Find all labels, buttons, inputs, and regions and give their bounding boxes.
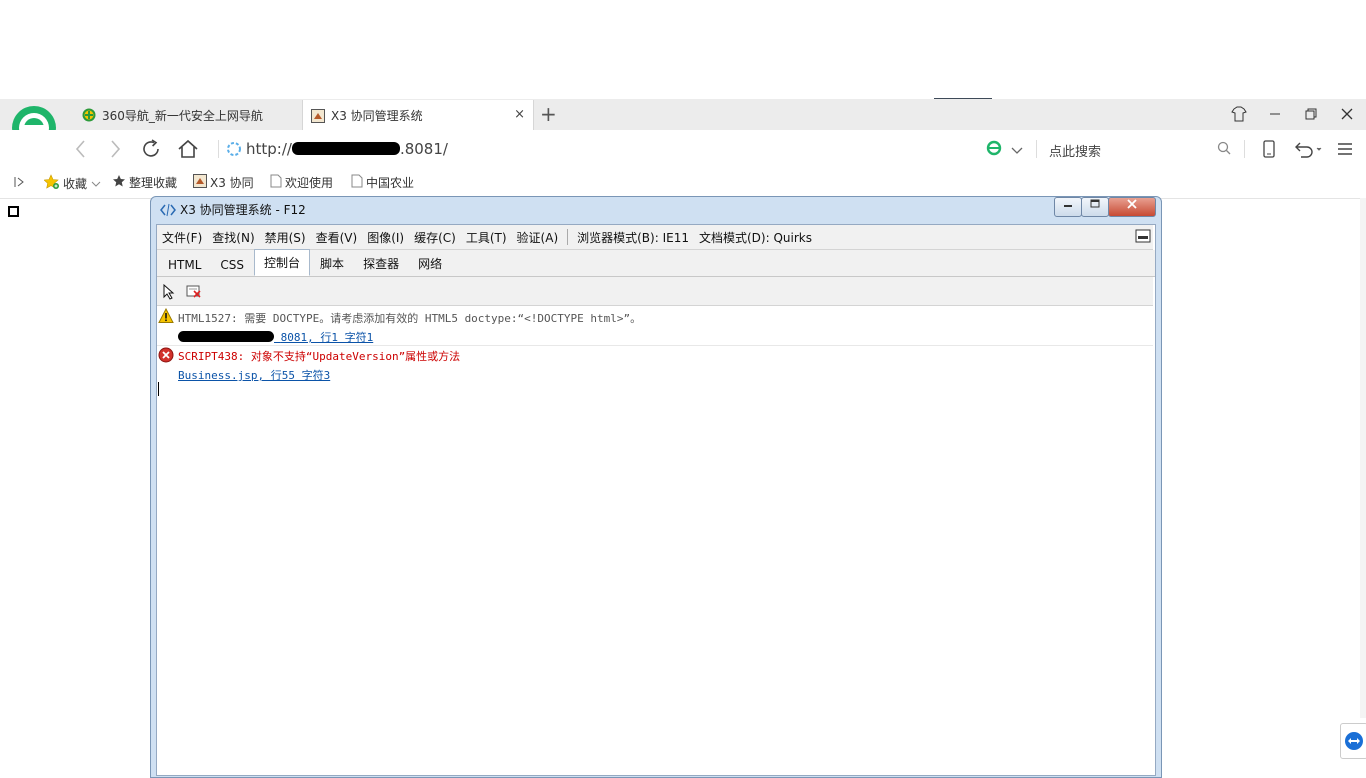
devtools-icon (160, 203, 176, 216)
minimize-icon[interactable] (1262, 104, 1288, 124)
browser-mode-selector[interactable]: 浏览器模式(B): IE11 (572, 229, 694, 246)
favorites-menu[interactable]: 收藏 (43, 174, 101, 193)
page-checkbox-icon (8, 206, 19, 217)
address-divider (218, 140, 219, 158)
organize-favorites[interactable]: 整理收藏 (112, 174, 177, 191)
address-bar (0, 130, 1366, 169)
devtools-titlebar: X3 协同管理系统 - F12 (160, 201, 306, 218)
favorite-label: 欢迎使用 (285, 176, 334, 190)
forward-icon[interactable] (108, 138, 122, 164)
source-redaction (178, 331, 274, 342)
devtools-close-icon[interactable] (1108, 197, 1156, 217)
favorite-x3[interactable]: X3 协同 (193, 174, 254, 191)
search-icon[interactable] (1217, 141, 1231, 158)
console-divider (157, 345, 1153, 346)
tab-profiler[interactable]: 探查器 (354, 251, 408, 276)
mobile-icon[interactable] (1262, 140, 1276, 161)
menu-find[interactable]: 查找(N) (207, 229, 259, 246)
devtools-maximize-icon[interactable] (1081, 197, 1109, 217)
devtools-title: X3 协同管理系统 - F12 (180, 203, 306, 217)
tab-label: 360导航_新一代安全上网导航 (102, 108, 263, 123)
url-prefix: http:// (246, 140, 292, 158)
tab-label: X3 协同管理系统 (331, 109, 423, 123)
tab-script[interactable]: 脚本 (311, 251, 353, 276)
skin-icon[interactable] (1226, 104, 1252, 124)
menu-view[interactable]: 查看(V) (311, 229, 363, 246)
favorite-welcome[interactable]: 欢迎使用 (270, 174, 333, 191)
chevron-down-icon (91, 181, 101, 187)
menu-separator (567, 229, 569, 245)
menu-file[interactable]: 文件(F) (157, 229, 207, 246)
warning-source-text: 8081, 行1 字符1 (280, 331, 374, 344)
clear-console-icon[interactable] (186, 285, 202, 302)
undo-icon[interactable] (1293, 140, 1323, 161)
menu-images[interactable]: 图像(I) (362, 229, 409, 246)
page-icon (270, 174, 282, 191)
favorite-label: 整理收藏 (129, 176, 178, 190)
warning-icon (158, 308, 174, 323)
console-toolbar (157, 277, 1153, 306)
new-tab-button[interactable]: + (540, 103, 557, 125)
star-add-icon (43, 174, 60, 193)
menu-cache[interactable]: 缓存(C) (409, 229, 461, 246)
console-error-source-link[interactable]: Business.jsp, 行55 字符3 (178, 367, 330, 383)
search-input[interactable]: 点此搜索 (1049, 141, 1101, 160)
sidebar-toggle-icon[interactable] (13, 176, 25, 191)
ie-engine-icon[interactable] (986, 140, 1002, 159)
tab-css[interactable]: CSS (211, 254, 253, 276)
console-input-caret[interactable] (158, 382, 159, 396)
tab-console[interactable]: 控制台 (254, 249, 311, 276)
devtools-minimize-icon[interactable] (1054, 197, 1082, 217)
console-warning-source-link[interactable]: 8081, 行1 字符1 (178, 329, 373, 345)
restore-icon[interactable] (1298, 104, 1324, 124)
tab-x3[interactable]: X3 协同管理系统 × (302, 100, 534, 131)
site-favicon-icon (311, 108, 325, 123)
toolbar-divider (1244, 140, 1245, 158)
favorite-label: 中国农业 (366, 176, 415, 190)
url-suffix: .8081/ (399, 140, 448, 158)
tab-html[interactable]: HTML (159, 254, 210, 276)
document-mode-selector[interactable]: 文档模式(D): Quirks (694, 229, 817, 246)
refresh-icon[interactable] (140, 138, 162, 164)
close-tab-icon[interactable]: × (514, 107, 525, 122)
console-warning-message: HTML1527: 需要 DOCTYPE。请考虑添加有效的 HTML5 doct… (178, 312, 642, 325)
error-icon (158, 347, 174, 363)
favorites-label: 收藏 (63, 177, 88, 191)
remote-support-icon[interactable] (1340, 723, 1366, 759)
menu-validate[interactable]: 验证(A) (512, 229, 564, 246)
chevron-down-icon[interactable] (1011, 144, 1023, 158)
close-window-icon[interactable] (1334, 104, 1360, 124)
console-error-message: SCRIPT438: 对象不支持“UpdateVersion”属性或方法 (178, 350, 461, 363)
menu-icon[interactable] (1337, 141, 1353, 160)
console-output: HTML1527: 需要 DOCTYPE。请考虑添加有效的 HTML5 doct… (157, 306, 1153, 772)
back-icon[interactable] (74, 138, 88, 164)
devtools-menubar: 文件(F) 查找(N) 禁用(S) 查看(V) 图像(I) 缓存(C) 工具(T… (157, 225, 1153, 250)
url-text[interactable]: http:// .8081/ (246, 140, 448, 158)
loading-icon (226, 141, 242, 160)
devtools-tabs: HTML CSS 控制台 脚本 探查器 网络 (157, 249, 1155, 277)
tab-360-nav[interactable]: 360导航_新一代安全上网导航 (74, 100, 300, 130)
page-scrollbar[interactable] (1360, 198, 1366, 718)
page-icon (351, 174, 363, 191)
home-icon[interactable] (176, 138, 200, 164)
search-divider (1036, 140, 1037, 158)
favorite-agri[interactable]: 中国农业 (351, 174, 414, 191)
favorite-label: X3 协同 (210, 176, 254, 190)
menu-disable[interactable]: 禁用(S) (260, 229, 311, 246)
dock-icon[interactable] (1135, 229, 1151, 246)
menu-tools[interactable]: 工具(T) (461, 229, 512, 246)
tab-network[interactable]: 网络 (409, 251, 451, 276)
plus-circle-icon (82, 108, 96, 122)
select-element-icon[interactable] (162, 283, 176, 303)
url-redaction (291, 142, 400, 155)
site-favicon-icon (193, 174, 207, 191)
star-icon (112, 174, 126, 191)
